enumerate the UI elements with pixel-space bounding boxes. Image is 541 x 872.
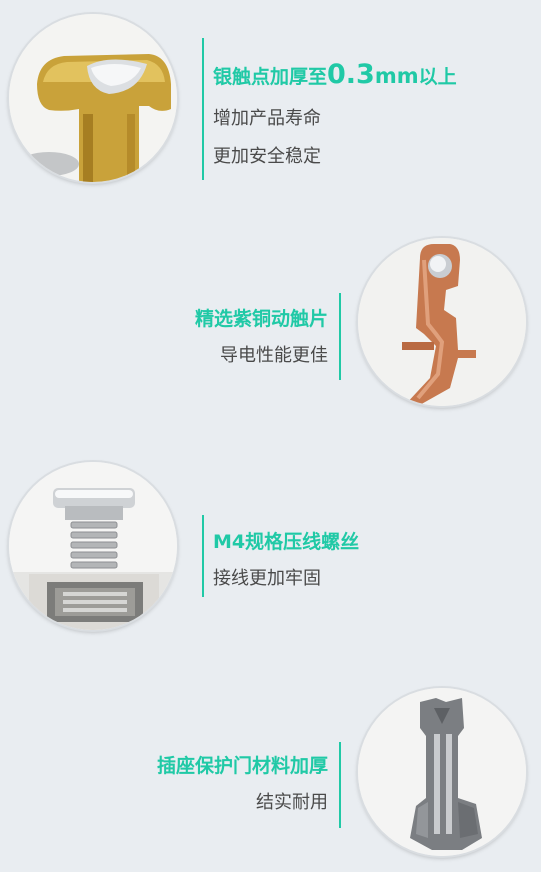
shutter-part-image (358, 688, 526, 856)
feature-headline: 插座保护门材料加厚 (156, 755, 328, 777)
feature-headline: M4规格压线螺丝 (213, 531, 360, 553)
silver-contact-image (9, 14, 177, 182)
feature-line: 增加产品寿命 (213, 108, 321, 129)
feature-headline: 银触点加厚至0.3mm以上 (213, 59, 457, 90)
feature-line: 接线更加牢固 (213, 568, 321, 589)
silver-contact-icon (9, 14, 177, 182)
screw-icon (9, 462, 177, 630)
accent-divider (339, 742, 341, 828)
feature-line: 导电性能更佳 (220, 345, 328, 366)
accent-divider (202, 38, 204, 180)
m4-screw-image (9, 462, 177, 630)
feature-line: 结实耐用 (256, 792, 328, 813)
accent-divider (202, 515, 204, 597)
accent-divider (339, 293, 341, 380)
shutter-part-icon (358, 688, 526, 856)
copper-contact-image (358, 238, 526, 406)
feature-line: 更加安全稳定 (213, 146, 321, 167)
copper-contact-icon (358, 238, 526, 406)
feature-headline: 精选紫铜动触片 (194, 308, 328, 330)
